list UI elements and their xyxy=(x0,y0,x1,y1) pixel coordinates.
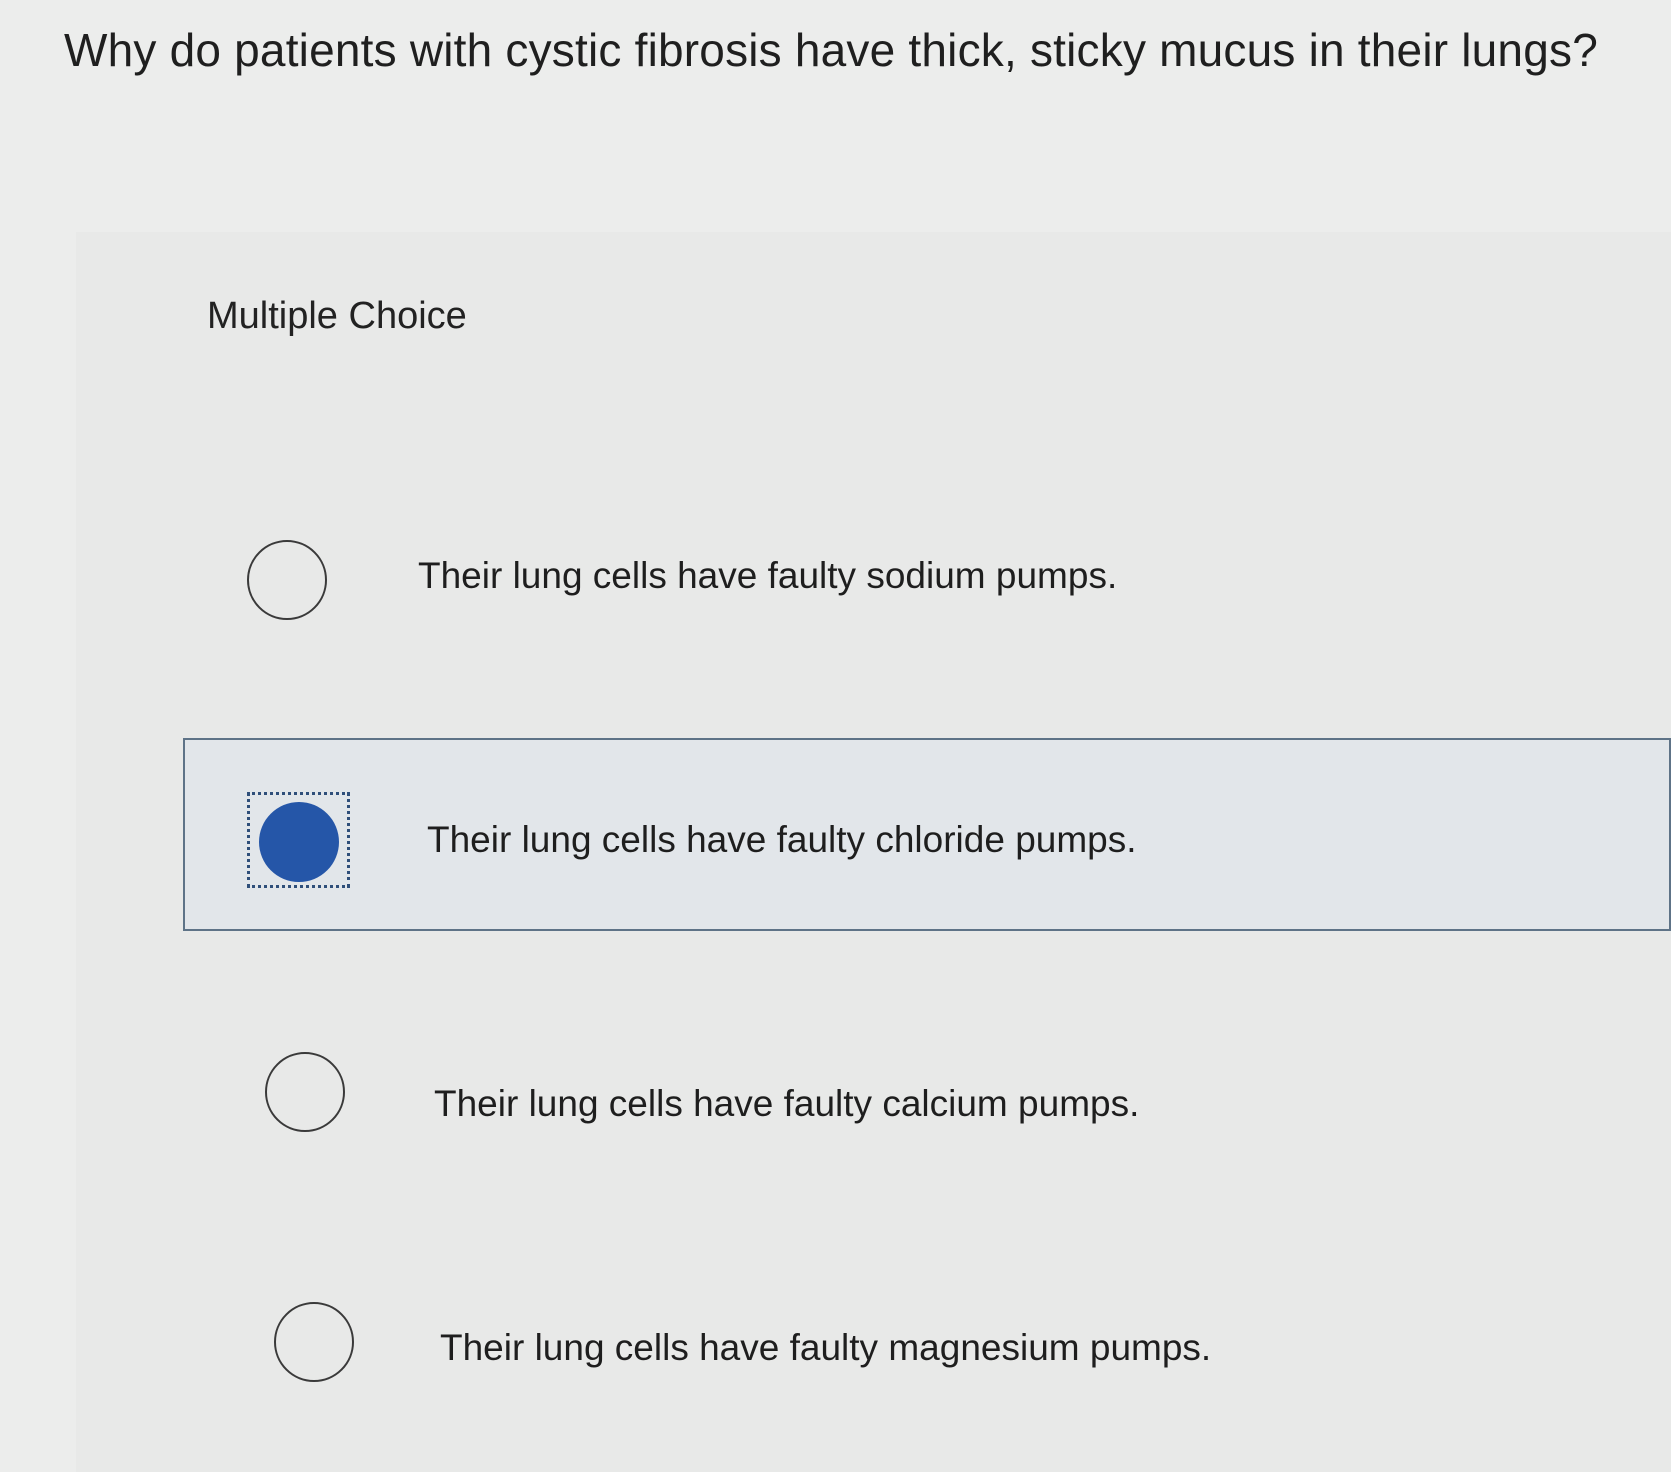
answer-label: Their lung cells have faulty magnesium p… xyxy=(440,1327,1212,1368)
answer-label: Their lung cells have faulty calcium pum… xyxy=(434,1083,1140,1124)
answer-label: Their lung cells have faulty chloride pu… xyxy=(427,819,1137,860)
answer-option-calcium[interactable]: Their lung cells have faulty calcium pum… xyxy=(230,1040,1330,1160)
answer-option-chloride[interactable]: Their lung cells have faulty chloride pu… xyxy=(183,738,1671,931)
radio-button-icon[interactable] xyxy=(274,1302,354,1382)
radio-button-selected-icon[interactable] xyxy=(259,802,339,882)
answer-label: Their lung cells have faulty sodium pump… xyxy=(418,555,1118,596)
question-text: Why do patients with cystic fibrosis hav… xyxy=(64,24,1598,76)
radio-button-icon[interactable] xyxy=(265,1052,345,1132)
multiple-choice-heading: Multiple Choice xyxy=(207,295,467,337)
radio-button-icon[interactable] xyxy=(247,540,327,620)
answer-option-sodium[interactable]: Their lung cells have faulty sodium pump… xyxy=(200,500,1300,620)
answer-option-magnesium[interactable]: Their lung cells have faulty magnesium p… xyxy=(240,1290,1340,1410)
